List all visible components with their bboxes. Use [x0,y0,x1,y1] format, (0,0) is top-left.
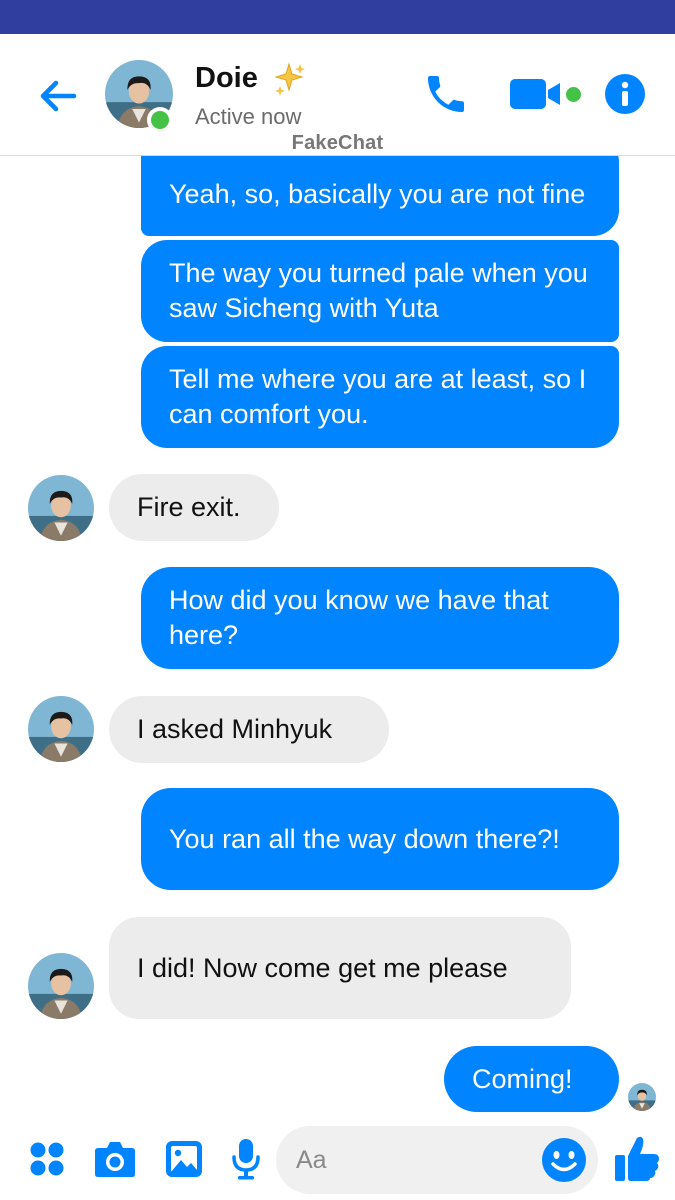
apps-icon [30,1142,64,1176]
watermark: FakeChat [291,132,384,154]
voice-call-button[interactable] [422,70,470,118]
back-button[interactable] [36,74,80,118]
message-bubble-outgoing[interactable]: The way you turned pale when you saw Sic… [141,240,619,342]
message-bubble-incoming[interactable]: Fire exit. [109,474,279,541]
message-text: Coming! [472,1063,573,1094]
contact-name[interactable]: Doie [195,62,306,96]
info-button[interactable] [605,74,645,114]
contact-avatar-small[interactable] [28,696,94,762]
message-text: Yeah, so, basically you are not fine [169,178,586,209]
emoji-icon [542,1138,586,1182]
message-composer [0,1120,675,1200]
video-camera-icon [510,79,560,109]
contact-avatar-small[interactable] [28,475,94,541]
presence-status: Active now [195,104,302,129]
message-text: I asked Minhyuk [137,714,333,744]
video-active-indicator [566,87,581,102]
message-bubble-outgoing[interactable]: You ran all the way down there?! [141,788,619,890]
like-button[interactable] [614,1134,660,1182]
message-bubble-outgoing[interactable]: How did you know we have that here? [141,567,619,669]
message-bubble-outgoing[interactable]: Coming! [444,1046,619,1112]
camera-icon [95,1142,135,1177]
gallery-button[interactable] [165,1140,203,1178]
message-bubble-incoming[interactable]: I did! Now come get me please [109,917,571,1019]
seen-receipt-avatar [628,1083,656,1111]
message-input[interactable] [296,1140,526,1180]
gallery-icon [166,1141,202,1177]
message-bubble-outgoing[interactable]: Tell me where you are at least, so I can… [141,346,619,448]
message-text: Fire exit. [137,492,241,522]
emoji-button[interactable] [541,1137,587,1183]
chat-header: Doie Active now FakeChat [0,34,675,156]
voice-record-button[interactable] [232,1138,260,1180]
phone-icon [428,76,464,112]
message-text: I did! Now come get me please [137,952,508,983]
apps-button[interactable] [29,1141,65,1177]
message-text: How did you know we have that here? [169,585,549,650]
status-bar [0,0,675,34]
message-bubble-outgoing[interactable]: Yeah, so, basically you are not fine [141,156,619,236]
message-text: You ran all the way down there?! [169,823,560,854]
info-icon [605,74,645,114]
contact-name-text: Doie [195,62,258,94]
message-text: Tell me where you are at least, so I can… [169,364,587,429]
contact-avatar-small[interactable] [28,953,94,1019]
thumbs-up-icon [615,1136,659,1181]
sparkles-icon [274,62,305,96]
camera-button[interactable] [94,1140,136,1178]
message-input-wrapper [276,1126,598,1194]
online-indicator [147,107,173,133]
microphone-icon [232,1139,260,1180]
back-arrow-icon [40,80,77,112]
message-bubble-incoming[interactable]: I asked Minhyuk [109,696,389,763]
message-text: The way you turned pale when you saw Sic… [169,258,588,323]
message-thread[interactable]: Yeah, so, basically you are not fine The… [0,156,675,1120]
video-call-button[interactable] [510,78,562,110]
